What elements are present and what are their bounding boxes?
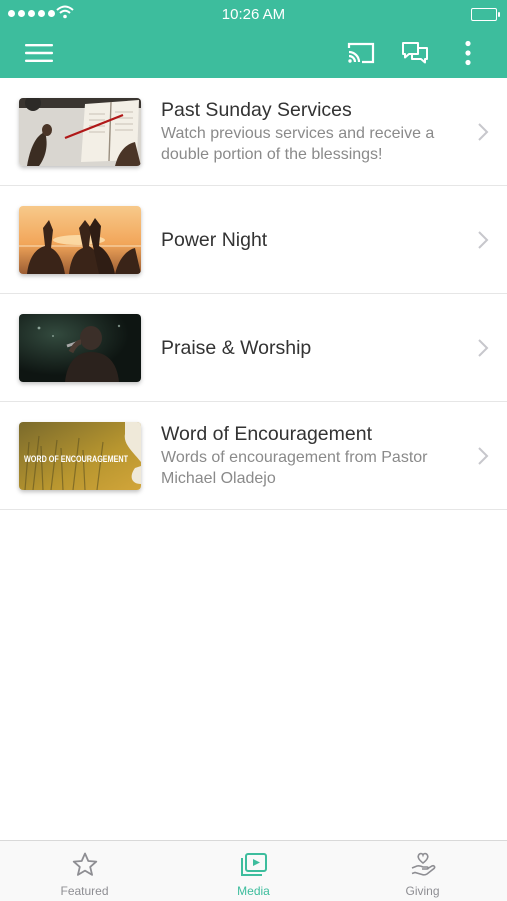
tab-label: Giving	[405, 884, 440, 898]
list-item-subtitle: Words of encouragement from Pastor Micha…	[161, 449, 428, 487]
media-list: Past Sunday Services Watch previous serv…	[0, 78, 507, 510]
status-time: 10:26 AM	[221, 6, 286, 23]
list-item-word-of-encouragement[interactable]: WORD OF ENCOURAGEMENT Word of Encouragem…	[0, 402, 507, 510]
tab-label: Featured	[60, 884, 109, 898]
list-item-title: Word of Encouragement	[161, 423, 373, 445]
worship-singer-photo	[19, 314, 141, 382]
chevron-right-icon	[478, 446, 489, 465]
list-item-power-night[interactable]: Power Night	[0, 186, 507, 294]
word-of-encouragement-graphic: WORD OF ENCOURAGEMENT	[19, 422, 141, 490]
list-item-title: Power Night	[161, 228, 268, 251]
hamburger-icon[interactable]	[22, 36, 56, 70]
thumb-text: WORD OF ENCOURAGEMENT	[24, 453, 128, 464]
status-bar: 10:26 AM	[0, 0, 507, 28]
chat-bubbles-icon[interactable]	[398, 36, 432, 70]
heart-hands-sunset-photo	[19, 206, 141, 274]
chevron-right-icon	[478, 230, 489, 249]
tab-media[interactable]: Media	[169, 841, 338, 901]
tab-featured[interactable]: Featured	[0, 841, 169, 901]
battery-icon	[471, 8, 500, 21]
list-item-title: Praise & Worship	[161, 336, 312, 359]
list-item-subtitle: Watch previous services and receive a do…	[161, 125, 435, 163]
tab-giving[interactable]: Giving	[338, 841, 507, 901]
chevron-right-icon	[478, 338, 489, 357]
list-item-past-sunday-services[interactable]: Past Sunday Services Watch previous serv…	[0, 78, 507, 186]
list-item-title: Past Sunday Services	[161, 99, 352, 121]
giving-hand-heart-icon	[411, 852, 435, 876]
nav-bar	[0, 28, 507, 78]
tab-bar: Featured Media Giving	[0, 840, 507, 901]
tab-label: Media	[237, 884, 270, 898]
media-play-icon	[240, 853, 267, 876]
more-vertical-icon[interactable]	[451, 36, 485, 70]
star-icon	[72, 852, 97, 876]
bible-reading-photo	[19, 98, 141, 166]
cast-icon[interactable]	[344, 36, 378, 70]
list-item-praise-worship[interactable]: Praise & Worship	[0, 294, 507, 402]
chevron-right-icon	[478, 122, 489, 141]
